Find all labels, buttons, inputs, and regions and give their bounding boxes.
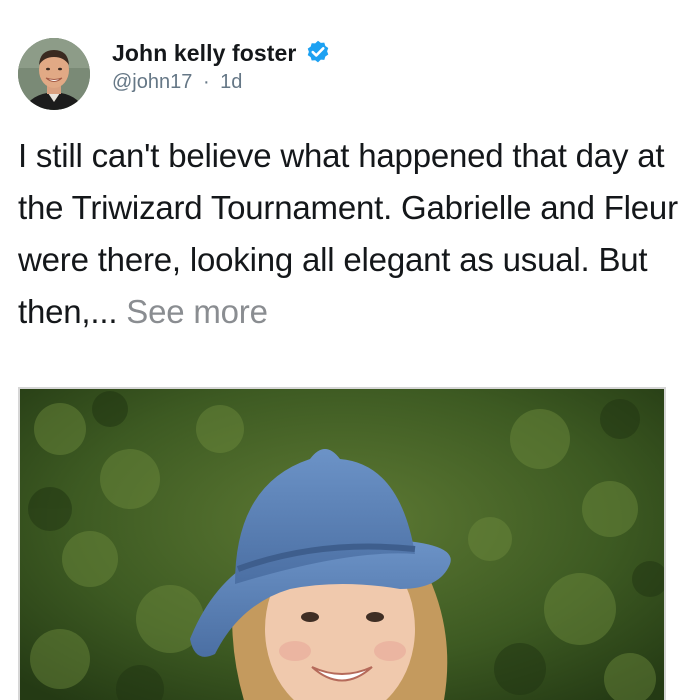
tweet-media-image[interactable] [18, 387, 666, 700]
tweet-timestamp[interactable]: 1d [220, 71, 242, 93]
author-display-name[interactable]: John kelly foster [112, 40, 296, 67]
verified-badge-icon [304, 39, 332, 67]
avatar-photo [18, 38, 90, 110]
tweet-card[interactable]: John kelly foster @john17 · 1d I still c… [0, 0, 700, 700]
see-more-link[interactable]: See more [126, 293, 268, 330]
meta-separator: · [202, 71, 210, 93]
author-meta: @john17 · 1d [112, 71, 242, 94]
media-photo [20, 389, 664, 700]
author-handle[interactable]: @john17 [112, 71, 192, 93]
avatar[interactable] [18, 38, 90, 110]
tweet-text: I still can't believe what happened that… [18, 130, 698, 338]
tweet-body: I still can't believe what happened that… [18, 137, 678, 330]
author-name-row: John kelly foster [112, 37, 332, 69]
